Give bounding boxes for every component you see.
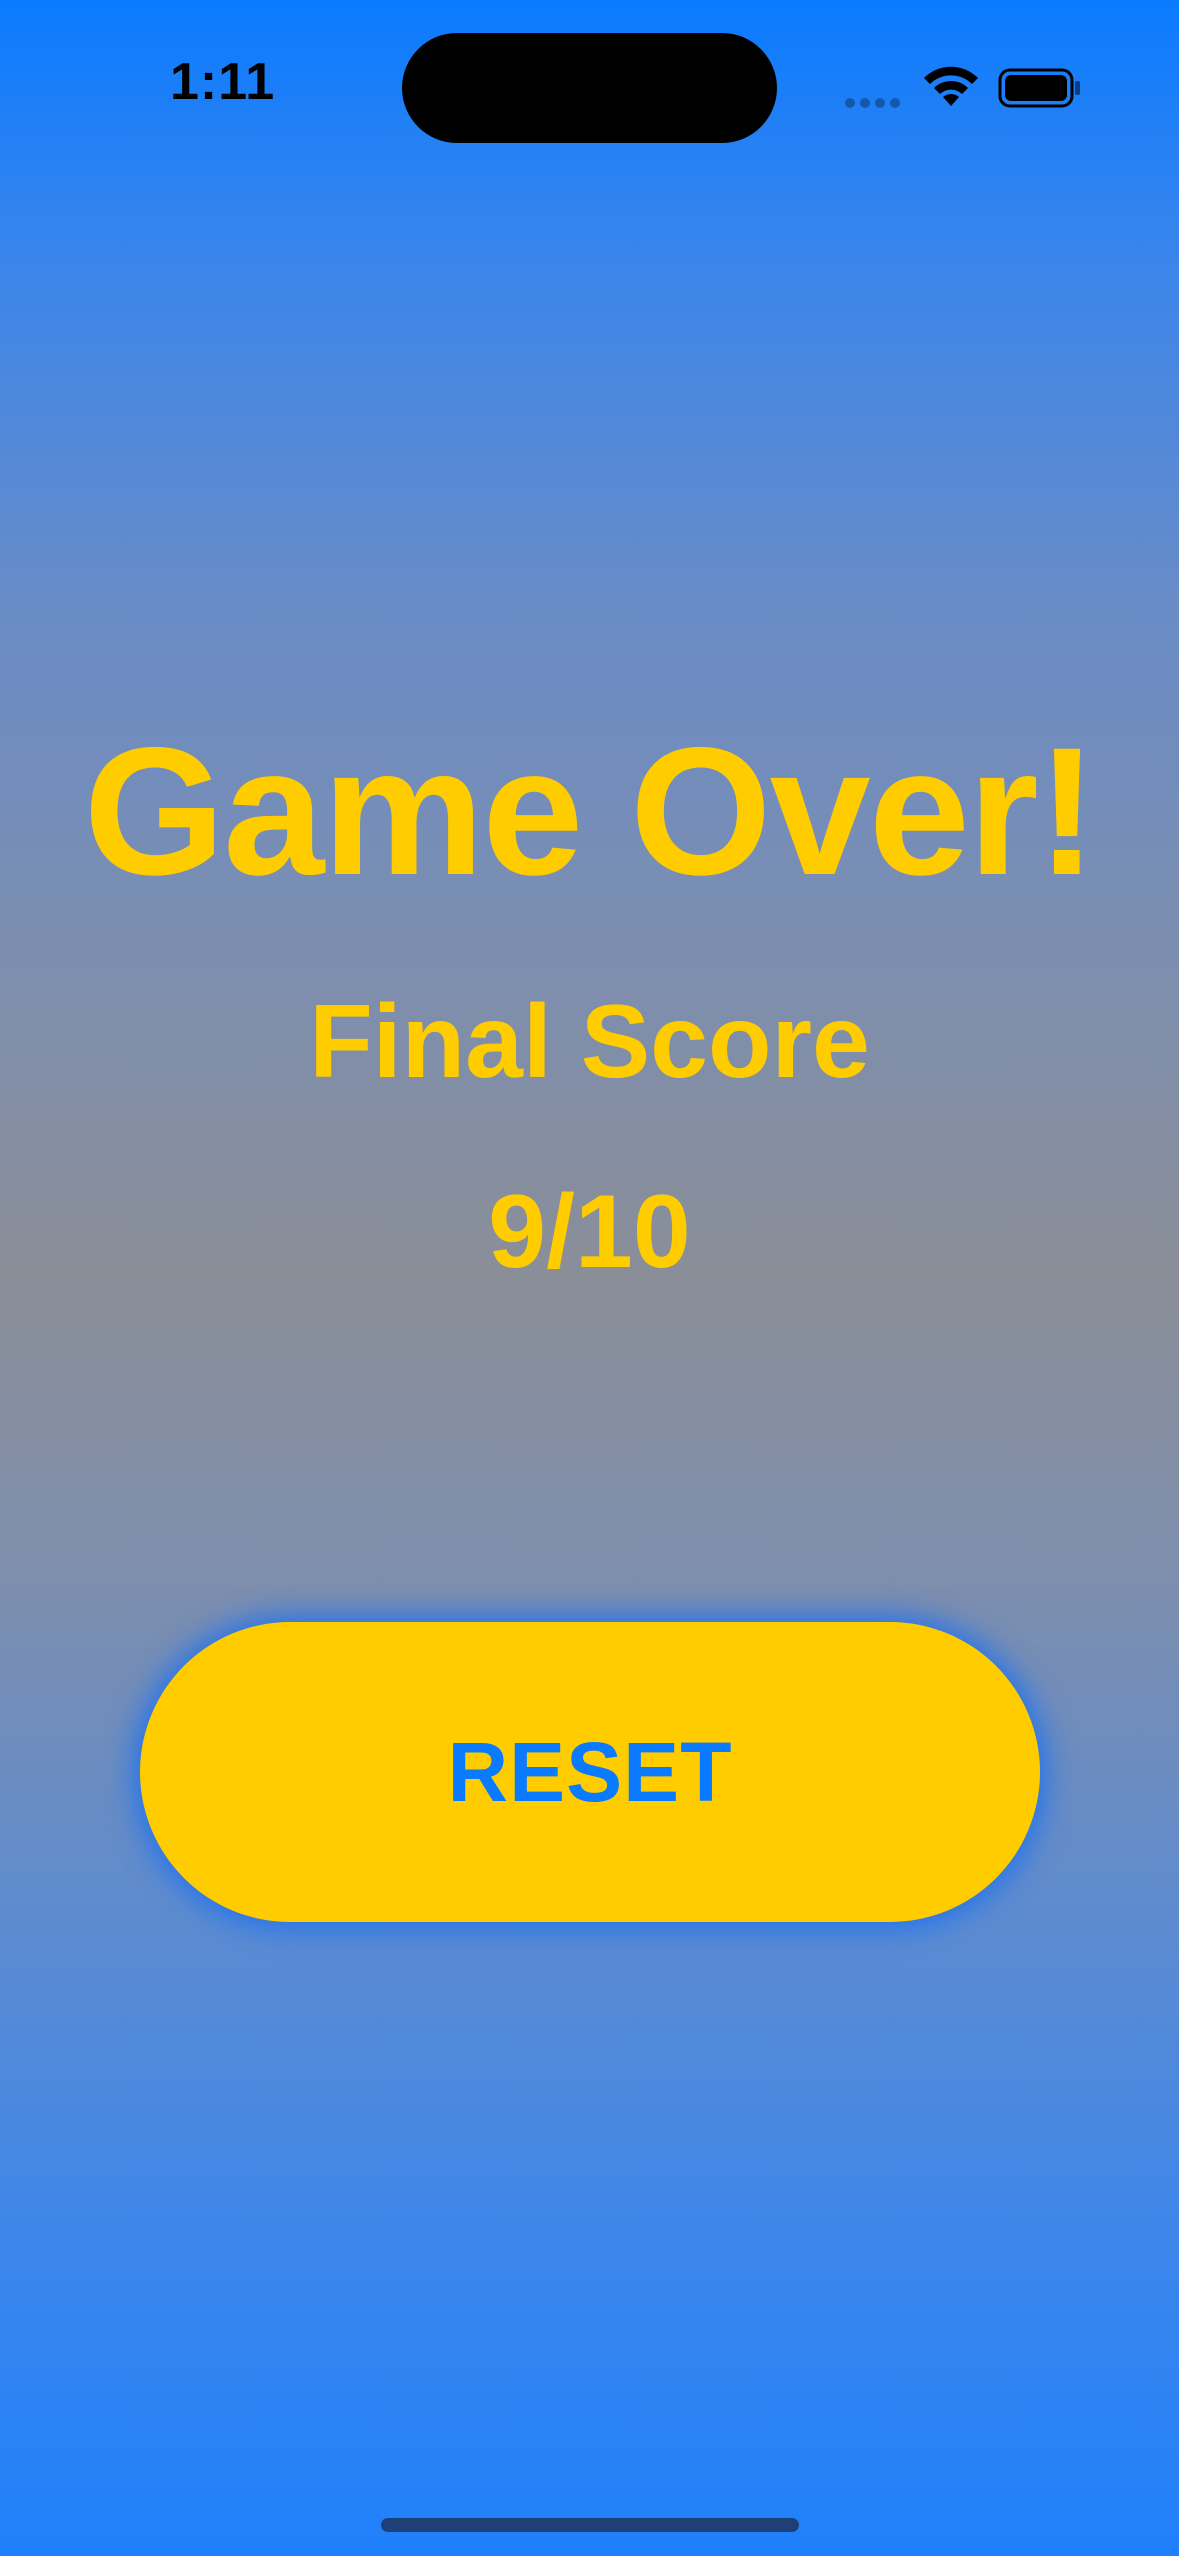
wifi-icon [924, 66, 978, 106]
reset-button-label: RESET [447, 1724, 733, 1819]
dynamic-island [402, 33, 777, 143]
status-time: 1:11 [170, 53, 276, 111]
battery-icon [998, 68, 1080, 108]
home-indicator[interactable] [381, 2518, 799, 2532]
final-score-label: Final Score [309, 984, 870, 1100]
reset-button[interactable]: RESET [140, 1622, 1040, 1922]
cellular-signal-icon [845, 95, 905, 109]
game-over-title: Game Over! [83, 709, 1098, 913]
final-score-value: 9/10 [488, 1174, 691, 1290]
